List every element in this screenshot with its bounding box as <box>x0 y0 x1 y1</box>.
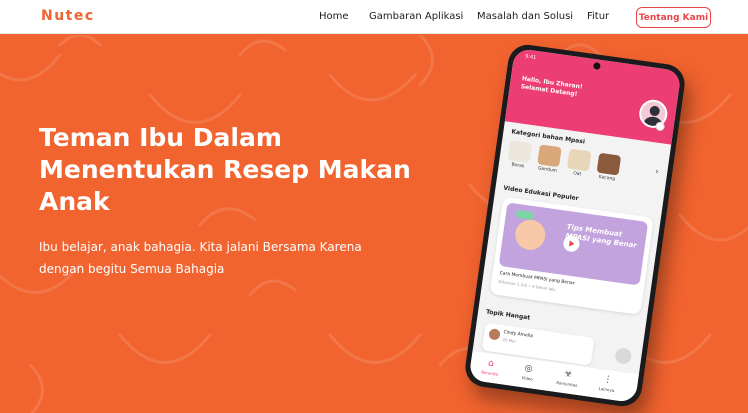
nav-link-gambaran-aplikasi[interactable]: Gambaran Aplikasi <box>369 11 463 22</box>
topic-avatar <box>488 328 501 341</box>
category-item-beras: Beras <box>505 140 535 170</box>
category-item-kacang: Kacang <box>594 152 624 182</box>
nav-link-fitur[interactable]: Fitur <box>587 11 609 22</box>
bottom-nav-video: ◎ Video <box>509 361 547 383</box>
bottom-nav-komunitas: ☣ Komunitas <box>549 367 587 389</box>
nav-link-home[interactable]: Home <box>319 11 349 22</box>
topic-section-title: Topik Hangat <box>485 308 531 322</box>
hero-section: Teman Ibu Dalam Menentukan Resep Makan A… <box>0 35 748 413</box>
category-item-gandum: Gandum <box>534 144 564 174</box>
topic-time: 20 Mei <box>502 337 517 344</box>
bottom-nav-beranda: ⌂ Beranda <box>471 356 509 378</box>
bottom-nav-lainnya: ⋮ Lainnya <box>588 373 626 395</box>
top-navbar: Nutec Home Gambaran Aplikasi Masalah dan… <box>0 0 748 34</box>
hero-headline: Teman Ibu Dalam Menentukan Resep Makan A… <box>39 123 411 216</box>
hero-subtext: Ibu belajar, anak bahagia. Kita jalani B… <box>39 240 362 276</box>
nav-link-masalah-dan-solusi[interactable]: Masalah dan Solusi <box>477 11 573 22</box>
brand-logo[interactable]: Nutec <box>41 8 95 24</box>
topic-side-avatar <box>614 346 633 366</box>
tentang-kami-button[interactable]: Tentang Kami <box>636 7 711 28</box>
video-card: Tips Membuat MPASI yang Benar Cara Membu… <box>489 196 654 315</box>
speech-bubble <box>515 209 535 221</box>
category-item-oat: Oat <box>564 148 594 178</box>
baby-illustration <box>513 217 548 252</box>
